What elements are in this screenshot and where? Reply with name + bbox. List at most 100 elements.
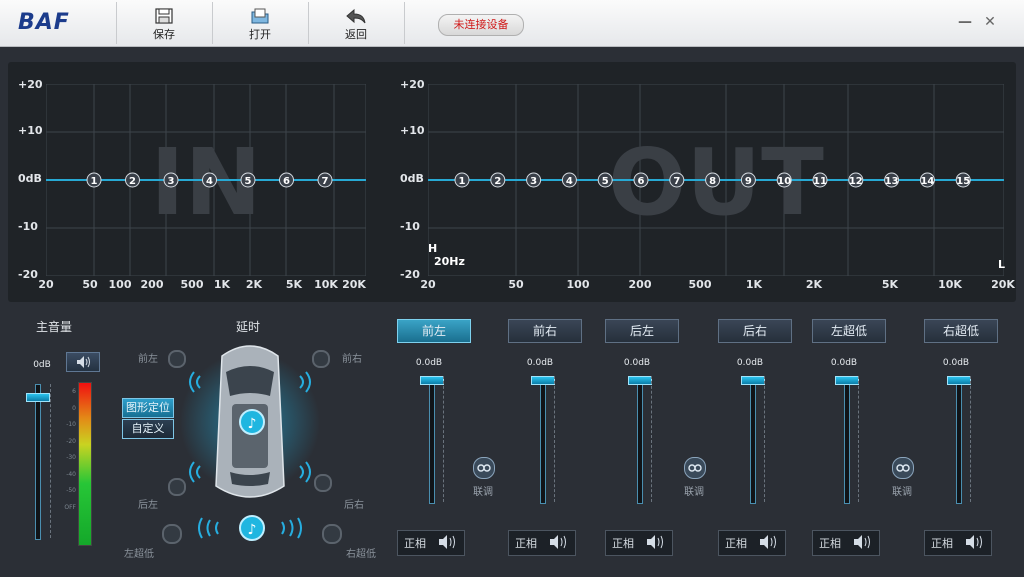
save-button-label: 保存 bbox=[153, 28, 175, 41]
eq-band-number: 15 bbox=[956, 176, 970, 187]
y-tick-label: -10 bbox=[18, 220, 38, 233]
channel-gain-knob[interactable] bbox=[628, 376, 652, 385]
speaker-sub-right-label: 右超低 bbox=[346, 549, 376, 560]
link-label: 联调 bbox=[684, 487, 704, 498]
speaker-sub-left-icon[interactable] bbox=[162, 524, 182, 544]
channel-gain-track[interactable] bbox=[844, 376, 850, 504]
x-tick-label: 2K bbox=[805, 278, 823, 291]
mute-speaker-icon[interactable] bbox=[437, 534, 459, 550]
connection-status-button[interactable]: 未连接设备 bbox=[438, 14, 524, 36]
highpass-marker[interactable]: H bbox=[428, 242, 437, 255]
speaker-front-right-icon[interactable] bbox=[312, 350, 330, 368]
back-arrow-icon bbox=[346, 8, 366, 24]
link-icon[interactable] bbox=[473, 457, 495, 479]
mute-speaker-icon[interactable] bbox=[645, 534, 667, 550]
link-icon[interactable] bbox=[892, 457, 914, 479]
app-logo: BAF bbox=[18, 10, 70, 35]
channel-phase-mute-group: 正相 bbox=[605, 530, 673, 556]
back-button[interactable]: 返回 bbox=[308, 2, 403, 44]
speaker-icon bbox=[77, 356, 90, 368]
master-volume-knob[interactable] bbox=[26, 393, 50, 402]
x-tick-label: 500 bbox=[180, 278, 204, 291]
x-tick-label: 20 bbox=[38, 278, 54, 291]
link-icon[interactable] bbox=[684, 457, 706, 479]
eq-out-grid: OUT 1 2 3 4 5 6 7 8 9 10 11 12 13 14 15 bbox=[428, 84, 1004, 276]
channel-gain-knob[interactable] bbox=[420, 376, 444, 385]
eq-band-number: 8 bbox=[709, 176, 716, 187]
phase-toggle-button[interactable]: 正相 bbox=[725, 535, 747, 551]
save-button[interactable]: 保存 bbox=[116, 2, 211, 44]
channel-select-button[interactable]: 前左 bbox=[397, 319, 471, 343]
channel-select-button[interactable]: 后右 bbox=[718, 319, 792, 343]
eq-band-number: 11 bbox=[813, 176, 827, 187]
mute-speaker-icon[interactable] bbox=[758, 534, 780, 550]
channel-gain-knob[interactable] bbox=[741, 376, 765, 385]
channel-gain-knob[interactable] bbox=[531, 376, 555, 385]
car-diagram: ♪ ♪ bbox=[180, 345, 320, 541]
master-volume-title: 主音量 bbox=[36, 320, 73, 334]
mute-speaker-icon[interactable] bbox=[548, 534, 570, 550]
mute-speaker-icon[interactable] bbox=[852, 534, 874, 550]
master-mute-button[interactable] bbox=[66, 352, 100, 372]
speaker-rear-left-icon[interactable] bbox=[168, 478, 186, 496]
x-tick-label: 10K bbox=[938, 278, 962, 291]
eq-band-number: 13 bbox=[885, 176, 899, 187]
channel-gain-track[interactable] bbox=[750, 376, 756, 504]
speaker-rear-right-label: 后右 bbox=[344, 500, 364, 511]
link-label: 联调 bbox=[473, 487, 493, 498]
channel-gain-ticks bbox=[858, 376, 865, 502]
channel-phase-mute-group: 正相 bbox=[812, 530, 880, 556]
speaker-front-left-label: 前左 bbox=[138, 354, 158, 365]
eq-band-number: 5 bbox=[245, 176, 252, 187]
channel-select-button[interactable]: 左超低 bbox=[812, 319, 886, 343]
speaker-rear-right-icon[interactable] bbox=[314, 474, 332, 492]
eq-band-number: 14 bbox=[920, 176, 934, 187]
x-tick-label: 200 bbox=[628, 278, 652, 291]
eq-band-number: 6 bbox=[638, 176, 645, 187]
channel-gain-track[interactable] bbox=[540, 376, 546, 504]
channel-select-button[interactable]: 后左 bbox=[605, 319, 679, 343]
back-button-label: 返回 bbox=[345, 28, 367, 41]
y-tick-label: -10 bbox=[400, 220, 420, 233]
level-meter bbox=[78, 382, 92, 546]
speaker-sub-right-icon[interactable] bbox=[322, 524, 342, 544]
open-button[interactable]: 打开 bbox=[212, 2, 307, 44]
phase-toggle-button[interactable]: 正相 bbox=[515, 535, 537, 551]
channel-gain-knob[interactable] bbox=[835, 376, 859, 385]
y-tick-label: +20 bbox=[400, 78, 425, 91]
channel-gain-track[interactable] bbox=[429, 376, 435, 504]
channel-select-button[interactable]: 右超低 bbox=[924, 319, 998, 343]
channel-gain-value: 0.0dB bbox=[942, 358, 970, 368]
speaker-front-left-icon[interactable] bbox=[168, 350, 186, 368]
close-icon[interactable]: ✕ bbox=[980, 12, 1000, 32]
master-volume-track[interactable] bbox=[35, 384, 41, 540]
x-tick-label: 1K bbox=[213, 278, 231, 291]
x-tick-label: 50 bbox=[82, 278, 98, 291]
channel-gain-ticks bbox=[443, 376, 450, 502]
highpass-frequency: 20Hz bbox=[434, 255, 465, 268]
channel-gain-track[interactable] bbox=[637, 376, 643, 504]
minimize-icon[interactable]: — bbox=[955, 12, 975, 32]
eq-in-graph: IN 1234567 +20 +10 0dB -10 -20 20 50 100… bbox=[10, 62, 370, 302]
eq-band-number: 2 bbox=[494, 176, 501, 187]
x-tick-label: 20K bbox=[342, 278, 366, 291]
channel-gain-value: 0.0dB bbox=[830, 358, 858, 368]
x-tick-label: 20K bbox=[991, 278, 1015, 291]
phase-toggle-button[interactable]: 正相 bbox=[612, 535, 634, 551]
x-tick-label: 200 bbox=[140, 278, 164, 291]
mute-speaker-icon[interactable] bbox=[964, 534, 986, 550]
channel-gain-ticks bbox=[764, 376, 771, 502]
channel-gain-knob[interactable] bbox=[947, 376, 971, 385]
y-tick-label: +20 bbox=[18, 78, 43, 91]
channel-gain-track[interactable] bbox=[956, 376, 962, 504]
channel-gain-ticks bbox=[970, 376, 977, 502]
x-tick-label: 2K bbox=[245, 278, 263, 291]
eq-band-number: 1 bbox=[459, 176, 466, 187]
eq-band-number: 6 bbox=[283, 176, 290, 187]
channel-gain-ticks bbox=[554, 376, 561, 502]
phase-toggle-button[interactable]: 正相 bbox=[404, 535, 426, 551]
channel-select-button[interactable]: 前右 bbox=[508, 319, 582, 343]
phase-toggle-button[interactable]: 正相 bbox=[931, 535, 953, 551]
phase-toggle-button[interactable]: 正相 bbox=[819, 535, 841, 551]
lowpass-marker[interactable]: L bbox=[998, 258, 1005, 271]
